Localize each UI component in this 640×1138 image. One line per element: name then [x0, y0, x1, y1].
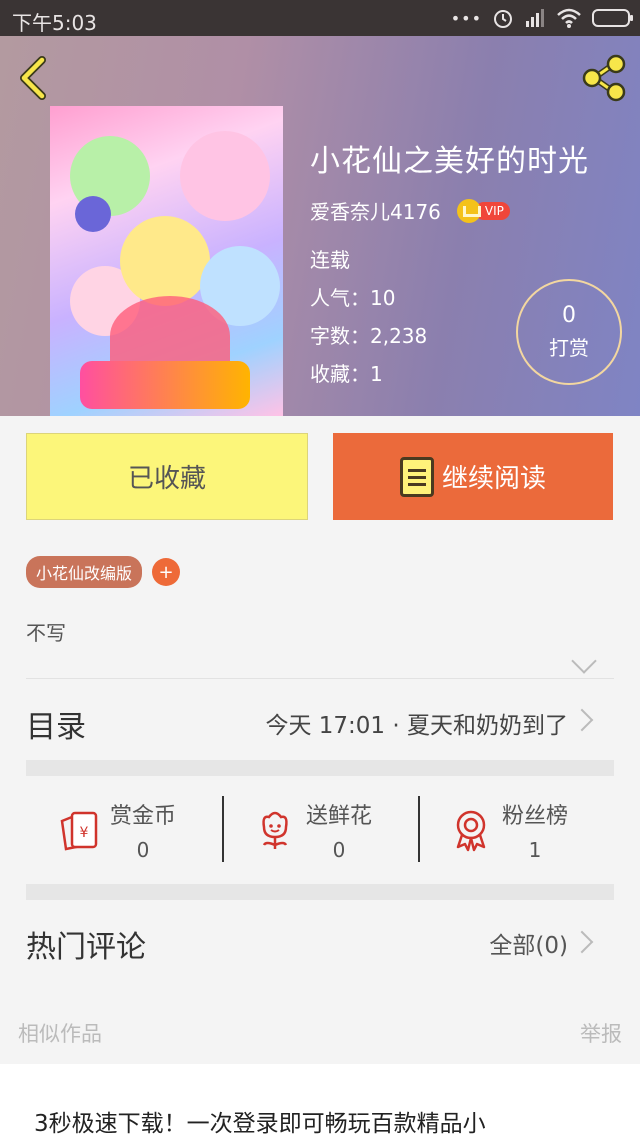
ad-text: 3秒极速下载！一次登录即可畅玩百款精品小	[34, 1111, 486, 1137]
signal-icon	[526, 9, 544, 27]
chevron-down-icon[interactable]	[571, 648, 597, 674]
reward-fans[interactable]: 粉丝榜 1	[418, 776, 614, 884]
collected-label: 已收藏	[127, 464, 206, 494]
book-cover-image[interactable]	[50, 106, 283, 416]
author-name[interactable]: 爱香奈儿4176	[310, 196, 441, 225]
word-count: 字数：2,238	[310, 324, 428, 348]
crown-icon	[456, 198, 481, 223]
more-dots-icon: •••	[450, 8, 482, 28]
popularity-count: 人气：10	[310, 286, 396, 310]
tip-label: 打赏	[549, 336, 589, 360]
tag-row: 小花仙改编版 +	[26, 556, 181, 588]
back-arrow-icon[interactable]	[14, 56, 54, 100]
book-icon	[399, 456, 434, 497]
book-description: 不写	[26, 621, 66, 645]
reward-flowers-value: 0	[332, 838, 346, 862]
continue-reading-label: 继续阅读	[441, 464, 546, 494]
all-comments-link[interactable]: 全部(0)	[489, 926, 568, 960]
status-bar: 下午5:03 •••	[0, 0, 640, 36]
medal-icon	[456, 810, 486, 852]
vip-badge: VIP	[456, 198, 510, 223]
chevron-right-icon	[570, 930, 594, 954]
author-row: 爱香奈儿4176 VIP	[310, 196, 510, 225]
svg-text:¥: ¥	[80, 825, 89, 841]
serial-status: 连载	[310, 248, 350, 272]
tip-button[interactable]: 0 打赏	[516, 279, 622, 385]
similar-works-label: 相似作品	[18, 1022, 102, 1046]
battery-icon	[592, 9, 633, 27]
add-tag-button[interactable]: +	[152, 558, 181, 586]
rewards-bar: ¥ 赏金币 0 送鲜花 0 粉丝榜 1	[26, 776, 614, 884]
reward-coins[interactable]: ¥ 赏金币 0	[26, 776, 222, 884]
tip-count: 0	[562, 303, 576, 328]
reward-flowers[interactable]: 送鲜花 0	[222, 776, 418, 884]
book-header: 小花仙之美好的时光 爱香奈儿4176 VIP 连载 人气：10 字数：2,238…	[0, 36, 640, 416]
continue-reading-button[interactable]: 继续阅读	[333, 433, 613, 520]
collected-button[interactable]: 已收藏	[26, 433, 308, 520]
chevron-right-icon	[570, 708, 594, 732]
divider	[26, 678, 614, 679]
favorites-count: 收藏：1	[310, 362, 383, 386]
flower-icon	[262, 811, 288, 849]
catalog-label: 目录	[26, 710, 86, 745]
reward-fans-label: 粉丝榜	[502, 804, 569, 829]
reward-flowers-label: 送鲜花	[306, 804, 373, 829]
wifi-icon	[557, 8, 581, 28]
reward-coins-value: 0	[136, 838, 150, 862]
catalog-row[interactable]: 目录 今天 17:01 · 夏天和奶奶到了	[26, 680, 614, 760]
reward-coins-label: 赏金币	[110, 804, 177, 829]
tag-chip[interactable]: 小花仙改编版	[26, 556, 143, 588]
section-separator	[26, 760, 614, 776]
reward-fans-value: 1	[528, 838, 542, 862]
hot-comments-label: 热门评论	[26, 930, 146, 965]
red-envelope-icon: ¥	[60, 811, 98, 851]
section-separator	[26, 884, 614, 900]
status-time: 下午5:03	[12, 11, 97, 35]
report-link[interactable]: 举报	[580, 1018, 622, 1048]
latest-chapter: 今天 17:01 · 夏天和奶奶到了	[265, 713, 568, 739]
ad-banner[interactable]: 3秒极速下载！一次登录即可畅玩百款精品小	[0, 1064, 640, 1138]
status-icons: •••	[450, 5, 633, 31]
share-icon[interactable]	[580, 54, 628, 102]
alarm-icon	[494, 10, 512, 28]
book-title: 小花仙之美好的时光	[310, 144, 589, 179]
hot-comments-row[interactable]: 热门评论 全部(0)	[26, 900, 614, 984]
